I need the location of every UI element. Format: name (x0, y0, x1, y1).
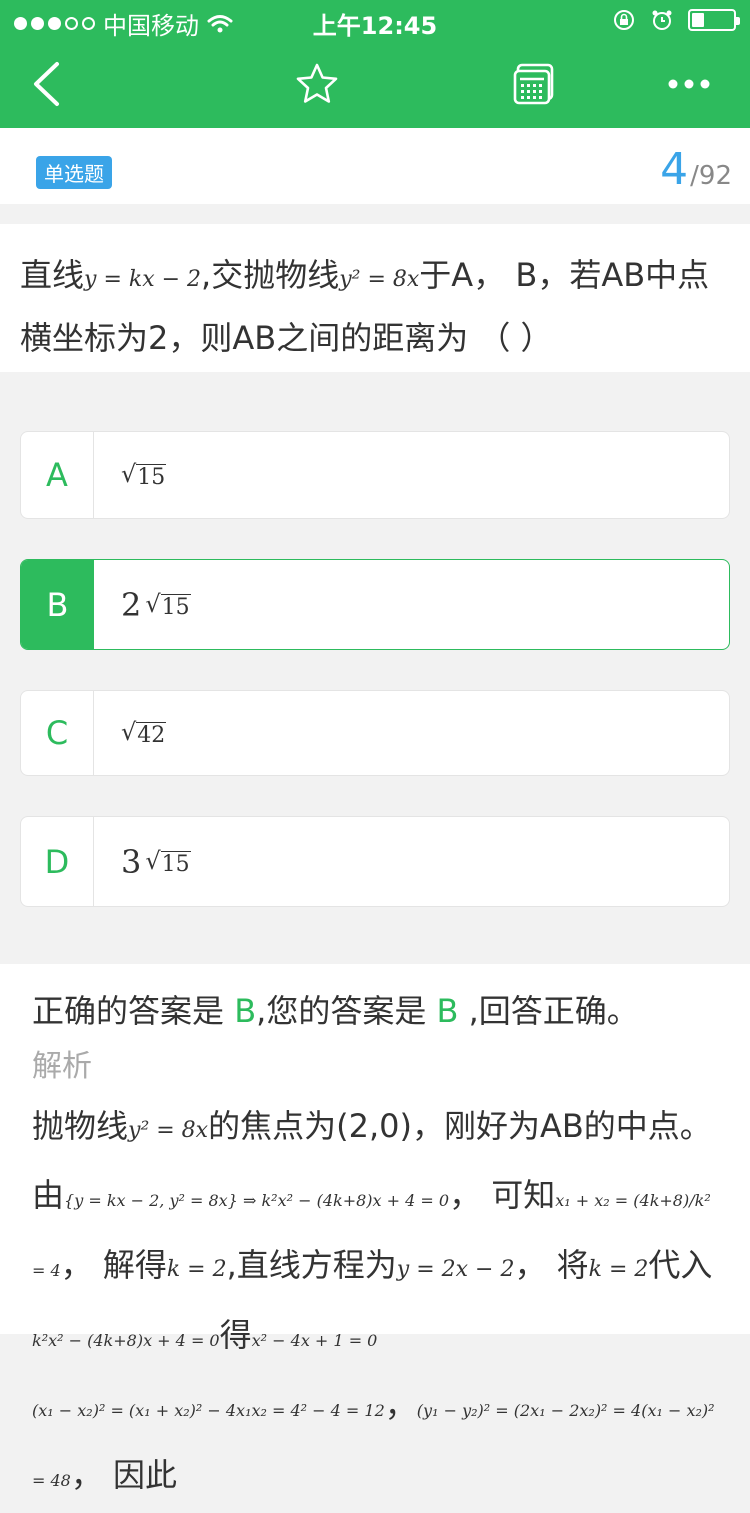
explanation-part: 抛物线 (32, 1107, 129, 1145)
explanation-part: ,直线方程为 (226, 1246, 397, 1284)
option-coefficient: 3 (121, 842, 142, 881)
question-math: y = kx − 2 (84, 267, 202, 292)
answer-text: ,您的答案是 (256, 992, 437, 1030)
explanation-math: k = 2 (588, 1257, 649, 1282)
explanation-math: (x₁ − x₂)² = (x₁ + x₂)² − 4x₁x₂ = 4² − 4… (32, 1401, 385, 1420)
more-dots-icon (668, 79, 710, 89)
answer-sheet-button[interactable] (510, 40, 558, 128)
answer-result: 正确的答案是 B,您的答案是 B ,回答正确。 (32, 986, 718, 1036)
calculator-grid-icon (513, 63, 554, 105)
explanation-part: 得 (219, 1316, 252, 1354)
your-answer: B (436, 992, 459, 1030)
explanation-part: ， 解得 (60, 1246, 167, 1284)
radicand: 15 (136, 464, 167, 490)
question-text-part: 直线 (20, 256, 85, 294)
explanation-part: 由 (32, 1176, 65, 1214)
question-text: 直线y = kx − 2,交抛物线y² = 8x于A， B，若AB中点横坐标为2… (0, 224, 750, 372)
sqrt-symbol: √ 15 (121, 460, 167, 490)
option-value: √ 42 (121, 691, 167, 775)
question-type-badge: 单选题 (36, 156, 112, 189)
radicand: 42 (136, 722, 167, 748)
explanation-math: {y = kx − 2, y² = 8x} ⇒ k²x² − (4k+8)x +… (64, 1191, 450, 1210)
option-d[interactable]: D 3 √ 15 (20, 816, 730, 907)
favorite-button[interactable] (292, 40, 342, 128)
more-button[interactable] (664, 40, 714, 128)
battery-icon (688, 9, 740, 31)
explanation-part: ， 因此 (70, 1456, 178, 1494)
explanation-math: y = 2x − 2 (396, 1257, 515, 1282)
sqrt-symbol: √ 15 (145, 589, 191, 620)
back-button[interactable] (26, 40, 66, 128)
option-b[interactable]: B 2 √ 15 (20, 559, 730, 650)
sqrt-symbol: √ 15 (145, 846, 191, 877)
nav-bar (0, 40, 750, 128)
question-math: y² = 8x (339, 267, 420, 292)
option-letter: A (21, 432, 94, 518)
explanation-label: 解析 (32, 1049, 92, 1084)
correct-answer: B (234, 992, 257, 1030)
sqrt-symbol: √ 42 (121, 718, 167, 748)
question-counter: 4/92 (660, 144, 732, 195)
option-value: 2 √ 15 (121, 560, 191, 649)
explanation-part: ， 可知 (449, 1176, 556, 1214)
option-coefficient: 2 (121, 585, 142, 624)
answer-panel: 正确的答案是 B,您的答案是 B ,回答正确。 解析 抛物线y² = 8x的焦点… (0, 964, 750, 1494)
explanation-part: 代入 (648, 1246, 713, 1284)
rotation-lock-icon (614, 10, 634, 30)
radicand: 15 (160, 850, 191, 877)
explanation-part: ， (384, 1386, 417, 1424)
explanation-math: y² = 8x (128, 1118, 209, 1143)
star-icon (296, 63, 338, 103)
explanation-math: k = 2 (166, 1257, 227, 1282)
status-icons (612, 8, 740, 32)
explanation-part: 的焦点为(2,0)，刚好为AB的中点。 (208, 1107, 712, 1145)
option-a[interactable]: A √ 15 (20, 431, 730, 519)
explanation-text: 抛物线y² = 8x的焦点为(2,0)，刚好为AB的中点。 由{y = kx −… (32, 1094, 718, 1513)
answer-text: 正确的答案是 (32, 992, 235, 1030)
alarm-icon (652, 10, 672, 30)
radicand: 15 (160, 593, 191, 620)
option-value: 3 √ 15 (121, 817, 191, 906)
current-question-number: 4 (660, 144, 689, 195)
option-letter: C (21, 691, 94, 775)
option-letter: B (21, 560, 94, 649)
total-questions: /92 (690, 161, 732, 191)
question-header: 单选题 4/92 (0, 128, 750, 204)
option-c[interactable]: C √ 42 (20, 690, 730, 776)
question-text-part: ,交抛物线 (201, 256, 340, 294)
answer-text: ,回答正确。 (458, 992, 639, 1030)
back-chevron-icon (34, 62, 59, 106)
status-bar: 中国移动 上午12:45 (0, 0, 750, 40)
explanation-part: ， 将 (514, 1246, 589, 1284)
option-value: √ 15 (121, 432, 167, 518)
option-letter: D (21, 817, 94, 906)
